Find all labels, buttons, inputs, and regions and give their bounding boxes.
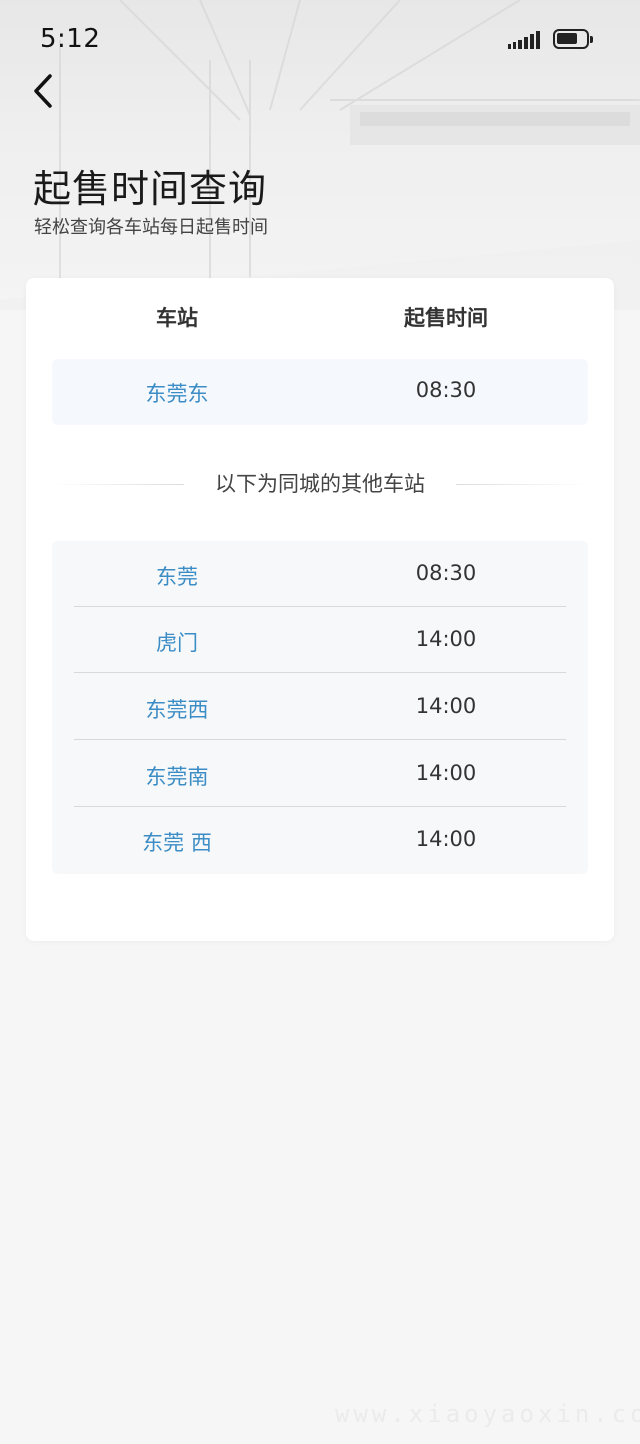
signal-icon <box>508 31 540 49</box>
station-name[interactable]: 东莞 西 <box>77 827 277 857</box>
status-time: 5:12 <box>40 24 101 54</box>
page-title: 起售时间查询 <box>33 167 268 211</box>
table-row[interactable]: 东莞 08:30 <box>52 541 588 607</box>
main-station-row[interactable]: 东莞东 08:30 <box>52 359 588 425</box>
other-stations-list: 东莞 08:30 虎门 14:00 东莞西 14:00 东莞南 14:00 东莞… <box>52 541 588 874</box>
watermark: www.xiaoyaoxin.com <box>335 1400 640 1428</box>
table-row[interactable]: 东莞 西 14:00 <box>52 807 588 873</box>
station-name[interactable]: 东莞西 <box>77 694 277 724</box>
back-arrow-icon[interactable] <box>28 70 64 112</box>
station-name[interactable]: 东莞东 <box>77 378 277 408</box>
column-header-sale-time: 起售时间 <box>404 306 488 330</box>
sale-time: 14:00 <box>415 627 477 651</box>
table-row[interactable]: 虎门 14:00 <box>52 607 588 673</box>
page-subtitle: 轻松查询各车站每日起售时间 <box>34 217 268 238</box>
battery-icon <box>553 29 593 49</box>
sale-time: 14:00 <box>415 827 477 851</box>
divider-label: 以下为同城的其他车站 <box>215 472 425 496</box>
table-row[interactable]: 东莞西 14:00 <box>52 674 588 740</box>
sale-time: 14:00 <box>415 761 477 785</box>
sale-time: 14:00 <box>415 694 477 718</box>
table-row[interactable]: 东莞南 14:00 <box>52 741 588 807</box>
sale-time: 08:30 <box>415 561 477 585</box>
sale-time: 08:30 <box>415 378 477 402</box>
battery-level <box>557 33 577 44</box>
station-name[interactable]: 虎门 <box>77 627 277 657</box>
station-name[interactable]: 东莞 <box>77 561 277 591</box>
station-name[interactable]: 东莞南 <box>77 761 277 791</box>
same-city-divider: 以下为同城的其他车站 <box>52 468 588 498</box>
column-header-station: 车站 <box>156 306 198 330</box>
